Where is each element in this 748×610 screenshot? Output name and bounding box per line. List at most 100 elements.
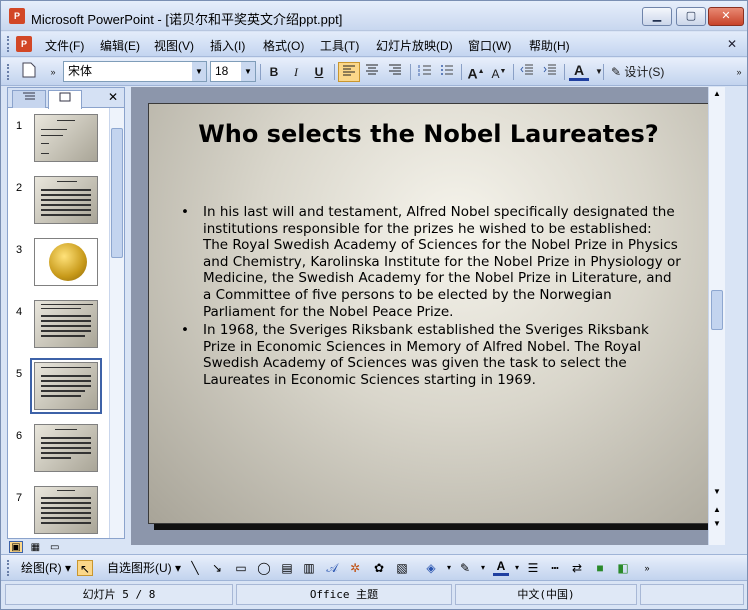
fill-color-icon[interactable]: ◈: [423, 560, 439, 576]
menu-bar: P 文件(F) 编辑(E) 视图(V) 插入(I) 格式(O) 工具(T) 幻灯…: [1, 32, 747, 57]
vertical-text-box-icon[interactable]: ▥: [301, 560, 317, 576]
autoshapes-menu-button[interactable]: 自选图形(U) ▾: [107, 560, 181, 576]
toolbar-options-icon[interactable]: »: [639, 560, 655, 576]
slide-number: 1: [16, 120, 23, 132]
picture-icon[interactable]: ▧: [394, 560, 410, 576]
slide-body-text[interactable]: In his last will and testament, Alfred N…: [181, 204, 681, 391]
toolbar-options-icon[interactable]: »: [729, 62, 748, 82]
new-document-icon[interactable]: [19, 62, 39, 82]
slideshow-view-icon[interactable]: ▭: [48, 542, 62, 554]
slide-sorter-view-icon[interactable]: ▦: [28, 542, 42, 554]
chevron-down-icon[interactable]: ▼: [589, 62, 609, 82]
design-button[interactable]: ✎ 设计(S): [611, 62, 673, 82]
toolbar-grip[interactable]: [7, 64, 10, 80]
select-pointer-icon[interactable]: ↖: [77, 560, 93, 576]
thumbnail-image: [34, 486, 98, 534]
menu-slideshow[interactable]: 幻灯片放映(D): [376, 37, 453, 54]
increase-indent-icon[interactable]: [540, 62, 560, 82]
title-bar[interactable]: P Microsoft PowerPoint - [诺贝尔和平奖英文介绍ppt.…: [1, 1, 747, 31]
menu-help[interactable]: 帮助(H): [529, 37, 570, 54]
chevron-down-icon[interactable]: ▼: [192, 62, 206, 81]
arrow-style-icon[interactable]: ⇄: [569, 560, 585, 576]
current-slide[interactable]: Who selects the Nobel Laureates? In his …: [148, 103, 709, 524]
theme-status[interactable]: Office 主题: [236, 584, 452, 605]
font-size-select[interactable]: 18 ▼: [210, 61, 256, 82]
scroll-up-icon[interactable]: ▲: [711, 89, 723, 98]
bulleted-list-icon[interactable]: [437, 62, 457, 82]
scrollbar-thumb[interactable]: [111, 128, 123, 258]
wordart-icon[interactable]: 𝒜: [324, 560, 340, 576]
line-style-icon[interactable]: ☰: [525, 560, 541, 576]
menu-window[interactable]: 窗口(W): [468, 37, 511, 54]
chevron-down-icon[interactable]: ▾: [509, 560, 525, 576]
menu-file[interactable]: 文件(F): [45, 37, 84, 54]
slide-scrollbar[interactable]: ▲ ▼ ▲ ▼: [708, 87, 725, 545]
rectangle-icon[interactable]: ▭: [233, 560, 249, 576]
slide-editing-area: Who selects the Nobel Laureates? In his …: [131, 87, 725, 545]
toolbar-separator: [564, 64, 565, 80]
document-close-icon[interactable]: ✕: [727, 37, 737, 51]
align-right-button[interactable]: [385, 62, 405, 82]
text-box-icon[interactable]: ▤: [279, 560, 295, 576]
dash-style-icon[interactable]: ┅: [547, 560, 563, 576]
slide-title[interactable]: Who selects the Nobel Laureates?: [149, 120, 708, 148]
slide-thumbnail-6[interactable]: 6: [8, 424, 108, 480]
slide-thumbnail-2[interactable]: 2: [8, 176, 108, 232]
align-left-button[interactable]: [338, 62, 360, 82]
menu-format[interactable]: 格式(O): [263, 37, 304, 54]
font-color-button[interactable]: A: [569, 62, 589, 81]
chevron-down-icon[interactable]: ▼: [241, 62, 255, 81]
toolbar-options-icon[interactable]: »: [43, 62, 63, 82]
shadow-style-icon[interactable]: ■: [592, 560, 608, 576]
thumbnail-image: [34, 114, 98, 162]
slide-thumbnail-4[interactable]: 4: [8, 300, 108, 356]
maximize-button[interactable]: ▢: [676, 7, 706, 26]
diagram-icon[interactable]: ✲: [347, 560, 363, 576]
arrow-icon[interactable]: ↘: [209, 560, 225, 576]
align-center-button[interactable]: [362, 62, 382, 82]
line-color-icon[interactable]: ✎: [457, 560, 473, 576]
line-icon[interactable]: ╲: [187, 560, 203, 576]
toolbar-grip[interactable]: [7, 560, 10, 576]
grow-font-button[interactable]: A▲: [466, 62, 486, 82]
slide-number: 7: [16, 492, 23, 504]
toolbar-grip[interactable]: [7, 36, 10, 52]
italic-button[interactable]: I: [286, 62, 306, 82]
panel-close-icon[interactable]: ✕: [108, 90, 118, 104]
font-color-icon[interactable]: A: [493, 560, 509, 576]
font-name-select[interactable]: 宋体 ▼: [63, 61, 207, 82]
clipart-icon[interactable]: ✿: [371, 560, 387, 576]
slide-thumbnail-7[interactable]: 7: [8, 486, 108, 542]
scrollbar-thumb[interactable]: [711, 290, 723, 330]
toolbar-separator: [334, 64, 335, 80]
bold-button[interactable]: B: [264, 62, 284, 82]
oval-icon[interactable]: ◯: [256, 560, 272, 576]
underline-button[interactable]: U: [309, 62, 329, 82]
slide-thumbnail-5[interactable]: 5: [8, 358, 108, 418]
scroll-down-icon[interactable]: ▼: [711, 487, 723, 496]
menu-insert[interactable]: 插入(I): [210, 37, 245, 54]
menu-view[interactable]: 视图(V): [154, 37, 194, 54]
previous-slide-icon[interactable]: ▲: [711, 505, 723, 514]
panel-scrollbar[interactable]: [109, 108, 124, 538]
tab-outline[interactable]: [12, 90, 46, 108]
slide-thumbnail-3[interactable]: 3: [8, 238, 108, 294]
view-buttons: ▣ ▦ ▭: [9, 539, 129, 553]
chevron-down-icon[interactable]: ▾: [475, 560, 491, 576]
normal-view-icon[interactable]: ▣: [9, 541, 23, 553]
menu-edit[interactable]: 编辑(E): [100, 37, 140, 54]
nobel-medal-image: [49, 243, 87, 281]
menu-tools[interactable]: 工具(T): [320, 37, 359, 54]
next-slide-icon[interactable]: ▼: [711, 519, 723, 528]
decrease-indent-icon[interactable]: [517, 62, 537, 82]
tab-slides[interactable]: [48, 90, 82, 109]
draw-menu-button[interactable]: 绘图(R) ▾: [21, 560, 71, 576]
slide-thumbnail-1[interactable]: 1: [8, 114, 108, 170]
close-button[interactable]: ✕: [708, 7, 744, 26]
document-icon[interactable]: P: [16, 36, 32, 52]
3d-style-icon[interactable]: ◧: [615, 560, 631, 576]
minimize-button[interactable]: ▁: [642, 7, 672, 26]
chevron-down-icon[interactable]: ▾: [441, 560, 457, 576]
shrink-font-button[interactable]: A▼: [489, 62, 509, 82]
numbered-list-icon[interactable]: [415, 62, 435, 82]
